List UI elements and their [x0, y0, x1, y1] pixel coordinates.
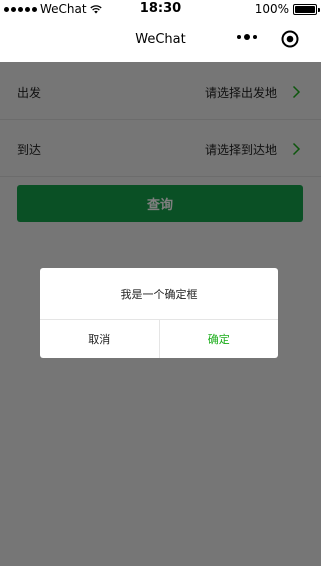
- status-right: 100%: [254, 2, 320, 16]
- battery-percent: 100%: [254, 2, 289, 16]
- nav-title: WeChat: [135, 32, 186, 47]
- status-bar: WeChat 18:30 100%: [0, 0, 321, 20]
- dialog-message: 我是一个确定框: [40, 268, 278, 320]
- battery-icon: [293, 3, 320, 15]
- more-icon[interactable]: [237, 34, 257, 40]
- confirm-dialog: 我是一个确定框 取消 确定: [40, 268, 278, 358]
- cancel-button[interactable]: 取消: [40, 320, 160, 358]
- dialog-actions: 取消 确定: [40, 320, 278, 358]
- nav-bar: WeChat: [0, 20, 321, 62]
- confirm-button[interactable]: 确定: [160, 320, 279, 358]
- close-capsule-icon[interactable]: [281, 30, 299, 48]
